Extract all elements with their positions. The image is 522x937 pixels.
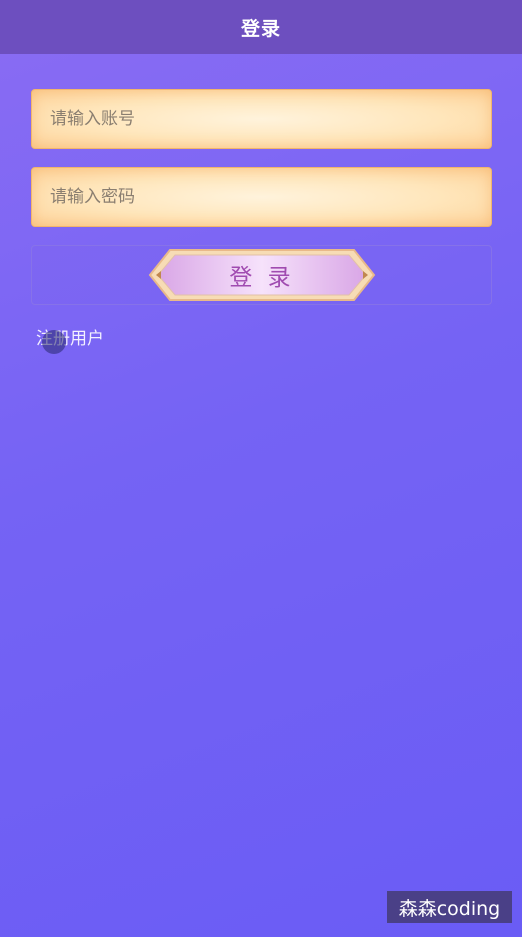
login-button[interactable]: 登 录 [148, 248, 376, 302]
nav-bar: 登录 [0, 0, 522, 54]
password-field[interactable] [31, 167, 492, 227]
login-button-label: 登 录 [229, 265, 295, 291]
page-title: 登录 [240, 17, 281, 40]
password-input[interactable] [50, 187, 491, 207]
watermark: 森森coding [387, 891, 512, 923]
touch-cursor-indicator [42, 330, 66, 354]
account-field[interactable] [31, 89, 492, 149]
account-input[interactable] [50, 109, 491, 129]
